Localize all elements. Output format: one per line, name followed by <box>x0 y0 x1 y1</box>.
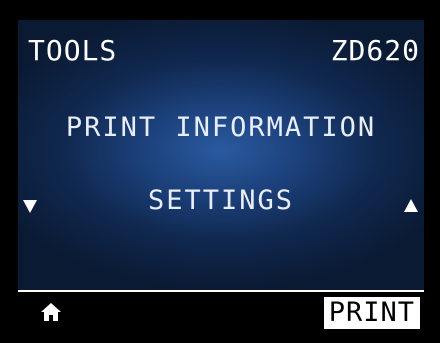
display-panel: TOOLS ZD620 PRINT INFORMATION SETTINGS P… <box>18 20 424 330</box>
printer-screen: TOOLS ZD620 PRINT INFORMATION SETTINGS P… <box>0 0 440 343</box>
print-button[interactable]: PRINT <box>323 297 420 329</box>
menu-item-print-information[interactable]: PRINT INFORMATION <box>18 112 424 143</box>
home-icon[interactable] <box>40 302 62 322</box>
menu-title: TOOLS <box>28 34 118 67</box>
triangle-up-icon[interactable] <box>404 199 418 212</box>
menu-item-settings[interactable]: SETTINGS <box>18 185 424 216</box>
soft-key-bar: PRINT <box>18 290 424 330</box>
printer-model: ZD620 <box>330 34 420 67</box>
header-bar: TOOLS ZD620 <box>18 20 424 78</box>
